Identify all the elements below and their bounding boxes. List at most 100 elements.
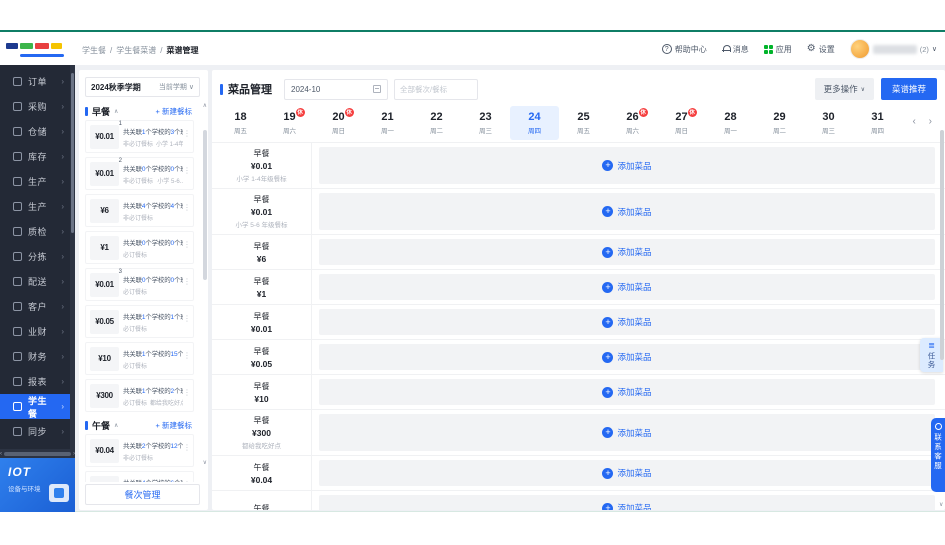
more-options-icon[interactable]: ⋮ [183,240,191,249]
day-cell[interactable]: 20休 周日 [314,106,363,140]
add-dish-button[interactable]: + 添加菜品 [602,427,651,439]
meal-filter-input[interactable] [394,79,478,100]
sidebar-item[interactable]: 订单 › [0,69,70,94]
semester-select[interactable]: 2024秋季学期 当前学期 ∨ [85,77,200,97]
scroll-down-icon[interactable]: ∨ [939,501,943,508]
day-cell[interactable]: 29 周二 [755,106,804,140]
day-cell[interactable]: 22 周二 [412,106,461,140]
scroll-left-icon[interactable]: ‹ [0,451,2,457]
meal-standard-card[interactable]: ¥300 共关联1个学校的2个班级 必订餐标 都给我吃好点 ⋮ [85,379,194,412]
day-cell[interactable]: 24 周四 [510,106,559,140]
breadcrumb-item[interactable]: 学生餐菜谱 [116,45,156,56]
more-options-icon[interactable]: ⋮ [183,277,191,286]
more-options-icon[interactable]: ⋮ [183,388,191,397]
user-name-redacted [873,45,917,54]
meal-standard-card[interactable]: ¥15 共关联4个学校的6个班级 非必订餐标 ⋮ [85,471,194,482]
collapse-icon[interactable]: ∧ [114,422,118,429]
sidebar-item[interactable]: 财务 › [0,344,70,369]
day-cell[interactable]: 30 周三 [804,106,853,140]
meal-row-label: 午餐 ¥0.04 [212,456,312,490]
chevron-right-icon: › [61,227,64,236]
sidebar-item[interactable]: 采购 › [0,94,70,119]
apps-button[interactable]: 应用 [764,44,792,55]
iot-banner[interactable]: IOT 设备与环境 [0,458,75,512]
day-cell[interactable]: 18 周五 [216,106,265,140]
more-options-icon[interactable]: ⋮ [183,351,191,360]
recipe-recommend-button[interactable]: 菜谱推荐 [881,78,937,100]
meal-name: 早餐 [254,346,270,357]
meal-row-label: 早餐 ¥0.05 [212,340,312,374]
settings-button[interactable]: ⚙ 设置 [807,44,835,55]
panel-scroll-area: 早餐 ∧ + 新建餐标 1 ¥0.01 共关联1个学校的3个班级 [79,98,200,482]
sidebar-item[interactable]: 报表 › [0,369,70,394]
sidebar-item[interactable]: 客户 › [0,294,70,319]
add-dish-button[interactable]: + 添加菜品 [602,502,651,510]
more-options-icon[interactable]: ⋮ [183,129,191,138]
sidebar-horizontal-scrollbar[interactable]: ‹ › [0,449,75,458]
meal-times-manage-button[interactable]: 餐次管理 [85,484,200,505]
day-cell[interactable]: 28 周一 [706,106,755,140]
add-dish-button[interactable]: + 添加菜品 [602,246,651,258]
add-dish-button[interactable]: + 添加菜品 [602,160,651,172]
panel-scroll-down-icon[interactable]: ∨ [203,459,207,466]
add-dish-button[interactable]: + 添加菜品 [602,206,651,218]
scroll-right-icon[interactable]: › [73,451,75,457]
panel-scrollbar[interactable] [203,112,207,454]
day-cell[interactable]: 23 周三 [461,106,510,140]
more-options-icon[interactable]: ⋮ [183,203,191,212]
meal-standard-card[interactable]: ¥1 共关联0个学校的0个班级 必订餐标 ⋮ [85,231,194,264]
sidebar-item[interactable]: 同步 › [0,419,70,444]
sidebar-item[interactable]: 质检 › [0,219,70,244]
panel-scroll-up-icon[interactable]: ∧ [203,102,207,109]
more-options-icon[interactable]: ⋮ [183,314,191,323]
user-menu[interactable]: (2) ∨ [850,39,937,59]
help-center-button[interactable]: ? 帮助中心 [662,44,707,55]
day-cell[interactable]: 21 周一 [363,106,412,140]
day-cell[interactable]: 25 周五 [559,106,608,140]
dish-slot: + 添加菜品 [319,309,935,335]
add-dish-button[interactable]: + 添加菜品 [602,386,651,398]
add-dish-button[interactable]: + 添加菜品 [602,351,651,363]
meal-standard-card[interactable]: ¥0.05 共关联1个学校的1个班级 必订餐标 ⋮ [85,305,194,338]
dish-slot: + 添加菜品 [319,239,935,265]
sidebar-item[interactable]: 生产 › [0,169,70,194]
collapse-icon[interactable]: ∧ [114,108,118,115]
date-strip-nav-arrows[interactable]: ‹ › [913,116,937,127]
sidebar-item[interactable]: 分拣 › [0,244,70,269]
linked-schools-text: 共关联1个学校的15个班级 [123,348,183,358]
add-dish-button[interactable]: + 添加菜品 [602,467,651,479]
page-scrollbar[interactable]: ∨ [939,70,945,510]
meal-price: ¥0.01 [251,207,272,217]
month-picker[interactable]: 2024-10 [284,79,388,100]
add-dish-button[interactable]: + 添加菜品 [602,281,651,293]
meal-standard-card[interactable]: 1 ¥0.01 共关联1个学校的3个班级 非必订餐标 小学 1-4年.. ⋮ [85,120,194,153]
more-options-icon[interactable]: ⋮ [183,166,191,175]
sidebar-scrollbar[interactable] [70,65,75,449]
sidebar-item[interactable]: 生产 › [0,194,70,219]
sidebar-item[interactable]: 业财 › [0,319,70,344]
day-cell[interactable]: 31 周四 [853,106,902,140]
meal-standard-card[interactable]: ¥6 共关联4个学校的4个班级 非必订餐标 ⋮ [85,194,194,227]
meal-standard-card[interactable]: 2 ¥0.01 共关联0个学校的0个班级 非必订餐标 小学 5-6.. ⋮ [85,157,194,190]
add-dish-button[interactable]: + 添加菜品 [602,316,651,328]
day-cell[interactable]: 19休 周六 [265,106,314,140]
day-cell[interactable]: 26休 周六 [608,106,657,140]
day-cell[interactable]: 27休 周日 [657,106,706,140]
meal-standard-card[interactable]: 3 ¥0.01 共关联0个学校的0个班级 必订餐标 ⋮ [85,268,194,301]
meal-standard-card[interactable]: ¥0.04 共关联2个学校的12个班级 非必订餐标 ⋮ [85,434,194,467]
meal-standard-card[interactable]: ¥10 共关联1个学校的15个班级 必订餐标 ⋮ [85,342,194,375]
new-meal-standard-link[interactable]: + 新建餐标 [156,106,192,117]
more-options-icon[interactable]: ⋮ [183,443,191,452]
breadcrumb-item[interactable]: 学生餐 [82,45,106,56]
new-meal-standard-link[interactable]: + 新建餐标 [156,420,192,431]
plus-icon: + [602,352,613,363]
sidebar-menu: 订单 › 采购 › 仓储 › 库存 › [0,69,70,444]
more-actions-button[interactable]: 更多操作 ∨ [815,78,874,100]
more-options-icon[interactable]: ⋮ [183,480,191,482]
meal-row: 早餐 ¥0.01 小学 1-4年级餐标 + 添加菜品 [212,143,945,189]
sidebar-item[interactable]: 学生餐 › [0,394,70,419]
messages-button[interactable]: 消息 [722,44,749,55]
sidebar-item[interactable]: 库存 › [0,144,70,169]
sidebar-item[interactable]: 仓储 › [0,119,70,144]
sidebar-item[interactable]: 配送 › [0,269,70,294]
